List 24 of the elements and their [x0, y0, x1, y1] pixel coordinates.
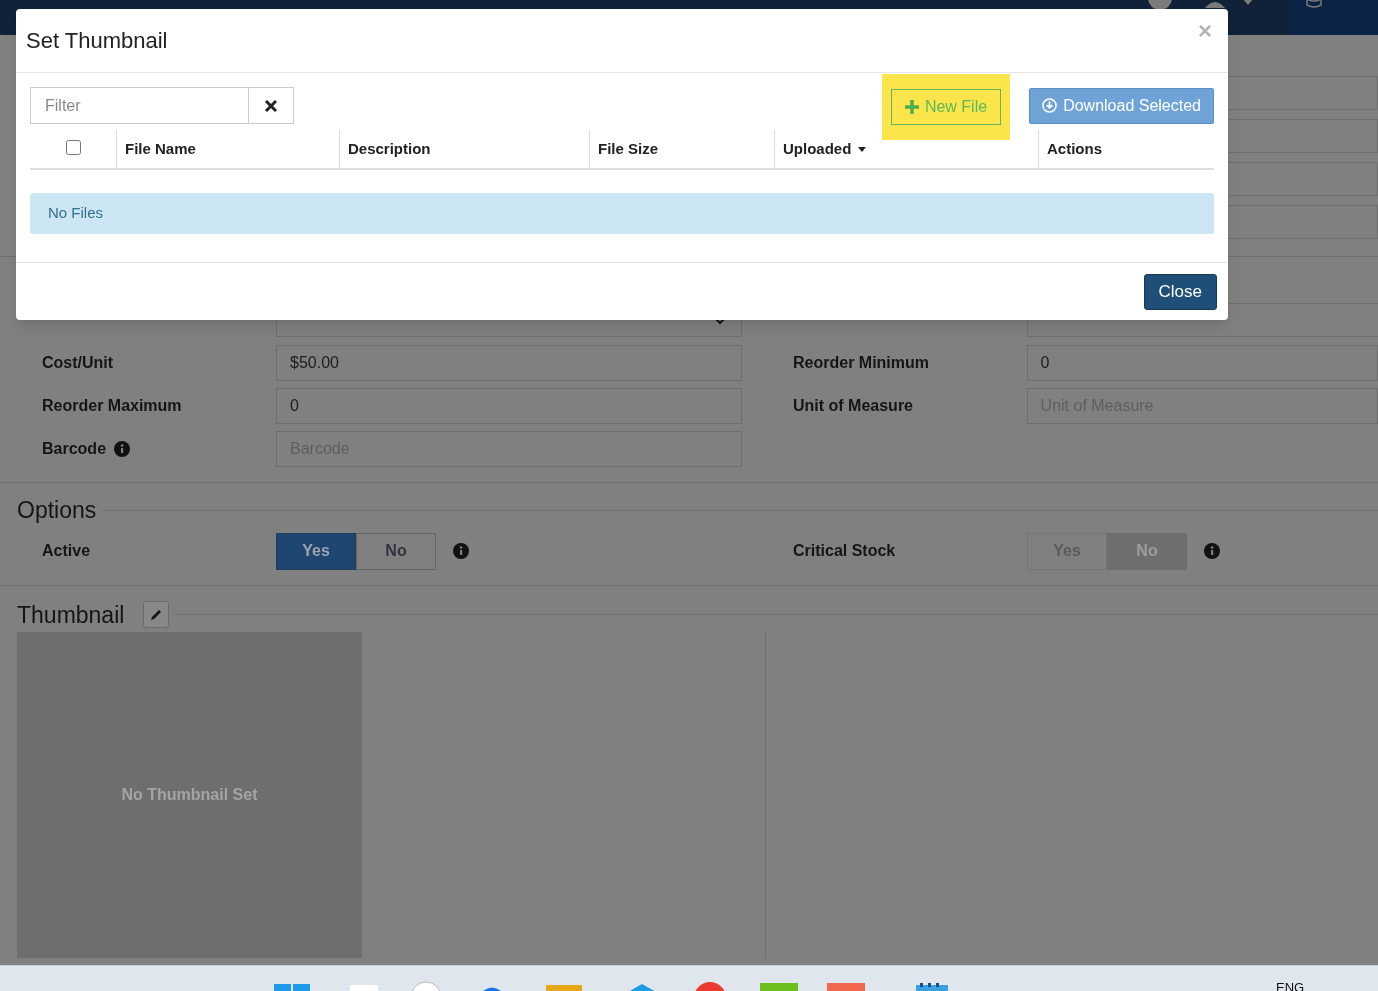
dialog-title: Set Thumbnail	[26, 27, 168, 55]
column-header[interactable]: Uploaded	[774, 130, 1038, 168]
column-header[interactable]: File Size	[589, 130, 774, 168]
field-label: Active	[41, 541, 92, 561]
input-field[interactable]: 0	[1026, 345, 1378, 381]
field-label: Cost/Unit	[42, 353, 114, 373]
input-field[interactable]: $50.00	[276, 345, 742, 381]
field-label: Critical Stock	[792, 541, 897, 561]
toggle-option[interactable]: Yes	[276, 532, 356, 570]
close-button[interactable]: Close	[1143, 273, 1217, 310]
field-label: Barcode	[42, 439, 107, 459]
toggle-option[interactable]: No	[356, 532, 436, 570]
section-title: Options	[16, 496, 98, 525]
filter-field[interactable]: Filter	[30, 87, 249, 124]
column-header[interactable]: Actions	[1038, 130, 1214, 168]
field-label: Reorder Minimum	[793, 353, 929, 373]
field-label: Unit of Measure	[793, 396, 913, 416]
download-button[interactable]: Download Selected	[1029, 87, 1214, 124]
section-title: Thumbnail	[16, 600, 126, 630]
field-label: Reorder Maximum	[42, 396, 182, 416]
input-field[interactable]: 0	[276, 388, 742, 424]
column-header[interactable]: File Name	[116, 130, 339, 168]
empty-message: No Files	[48, 203, 103, 224]
column-header[interactable]: Description	[339, 130, 589, 168]
